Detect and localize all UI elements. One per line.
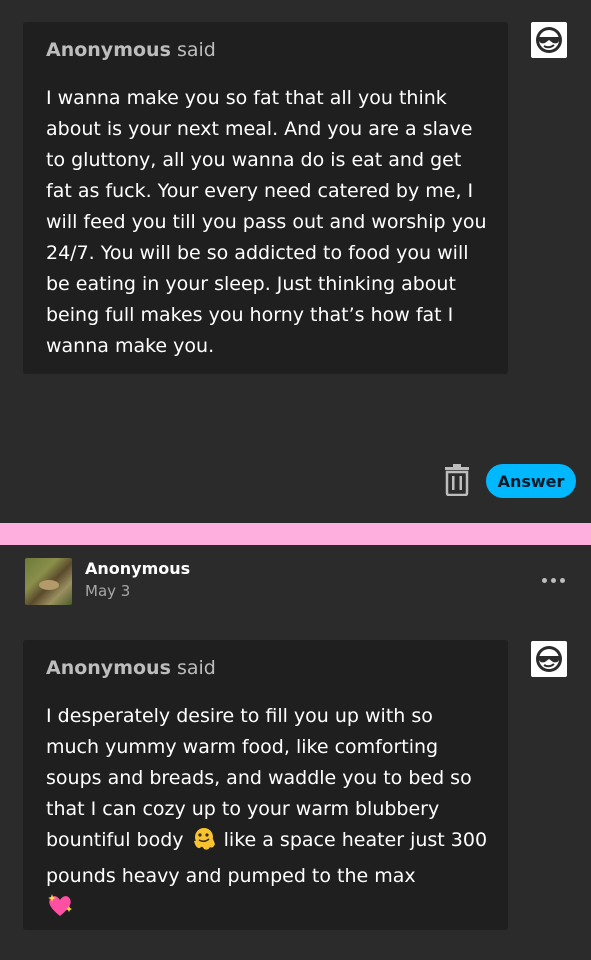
post-author-name[interactable]: Anonymous xyxy=(85,559,190,578)
ask-card-2: Anonymous said I desperately desire to f… xyxy=(23,640,508,930)
anon-avatar-2 xyxy=(531,641,567,677)
post-divider xyxy=(0,523,591,545)
post-date: May 3 xyxy=(85,582,131,600)
said-label: said xyxy=(176,39,216,61)
asker-name: Anonymous xyxy=(46,657,171,679)
ask-header: Anonymous said xyxy=(46,39,216,61)
sunglasses-face-icon xyxy=(536,646,562,672)
post-author-avatar[interactable] xyxy=(25,558,72,605)
sparkling-heart-emoji xyxy=(46,892,74,928)
ask-text: I desperately desire to fill you up with… xyxy=(46,701,488,928)
anon-avatar-1 xyxy=(531,22,567,58)
answer-button[interactable]: Answer xyxy=(486,464,576,498)
sunglasses-face-icon xyxy=(536,27,562,53)
ask-card-1: Anonymous said I wanna make you so fat t… xyxy=(23,22,508,374)
trash-icon[interactable] xyxy=(443,464,471,497)
asker-name: Anonymous xyxy=(46,39,171,61)
more-dots-icon[interactable] xyxy=(542,578,565,583)
ask-text: I wanna make you so fat that all you thi… xyxy=(46,87,487,357)
said-label: said xyxy=(176,657,216,679)
melting-face-emoji xyxy=(190,827,218,861)
ask-header: Anonymous said xyxy=(46,657,216,679)
